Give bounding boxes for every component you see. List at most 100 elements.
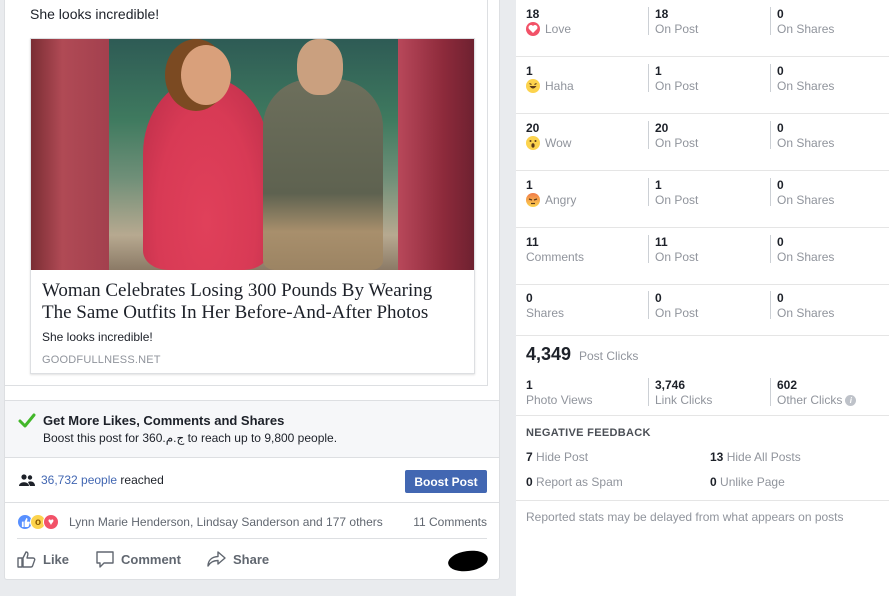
- stat-row-love: 18 Love 18 On Post 0 On Shares: [516, 0, 889, 57]
- wow-total: 20 Wow: [526, 121, 641, 150]
- shares-total: 0 Shares: [526, 291, 641, 320]
- post-message: She looks incredible!: [30, 6, 160, 22]
- comment-bubble-icon: [96, 551, 114, 568]
- promo-title: Get More Likes, Comments and Shares: [43, 413, 285, 428]
- link-title[interactable]: Woman Celebrates Losing 300 Pounds By We…: [42, 280, 463, 324]
- spam-count: 0: [526, 475, 533, 489]
- unlike-stat: 0 Unlike Page: [710, 475, 785, 489]
- reach-row: 36,732 people reached Boost Post: [5, 459, 499, 503]
- haha-icon: [526, 79, 540, 93]
- shares-on-shares: 0 On Shares: [770, 291, 885, 320]
- comment-button[interactable]: Comment: [95, 550, 181, 568]
- post-clicks-total: 4,349: [526, 344, 572, 364]
- love-count: 18: [526, 7, 540, 21]
- spam-label: Report as Spam: [536, 475, 623, 489]
- angry-on-post: 1 On Post: [648, 178, 763, 207]
- angry-label: Angry: [545, 193, 577, 207]
- link-domain: GOODFULLNESS.NET: [42, 354, 161, 366]
- post-clicks-label: Post Clicks: [579, 349, 639, 363]
- love-label: Love: [545, 22, 572, 36]
- other-clicks-label: Other Clicks: [777, 393, 843, 407]
- photo-woman-head: [181, 45, 231, 105]
- haha-on-shares: 0 On Shares: [770, 64, 885, 93]
- comments-on-shares: 0 On Shares: [770, 235, 885, 264]
- haha-on-shares-count: 0: [777, 64, 784, 78]
- on-shares-label: On Shares: [777, 136, 835, 150]
- stat-row-shares: 0 Shares 0 On Post 0 On Shares: [516, 284, 889, 336]
- on-post-label: On Post: [655, 250, 699, 264]
- on-shares-label: On Shares: [777, 306, 835, 320]
- stat-row-haha: 1 Haha 1 On Post 0 On Shares: [516, 57, 889, 114]
- angry-on-shares-count: 0: [777, 178, 784, 192]
- link-preview[interactable]: Woman Celebrates Losing 300 Pounds By We…: [30, 38, 475, 374]
- stat-row-wow: 20 Wow 20 On Post 0 On Shares: [516, 114, 889, 171]
- shares-on-post: 0 On Post: [648, 291, 763, 320]
- wow-on-shares: 0 On Shares: [770, 121, 885, 150]
- comments-on-shares-count: 0: [777, 235, 784, 249]
- on-post-label: On Post: [655, 136, 699, 150]
- comments-total: 11 Comments: [526, 235, 641, 264]
- post-card: She looks incredible! Woman Celebrates L…: [4, 0, 500, 580]
- angry-count: 1: [526, 178, 533, 192]
- comment-label: Comment: [121, 551, 181, 567]
- comments-on-post-count: 11: [655, 235, 668, 249]
- reactor-names[interactable]: Lynn Marie Henderson, Lindsay Sanderson …: [69, 515, 383, 529]
- angry-on-shares: 0 On Shares: [770, 178, 885, 207]
- on-shares-label: On Shares: [777, 22, 835, 36]
- link-clicks-count: 3,746: [655, 378, 686, 392]
- photo-views-count: 1: [526, 378, 533, 392]
- shares-stat-count: 0: [526, 291, 533, 305]
- wow-icon: [526, 136, 540, 150]
- hide-post-label: Hide Post: [536, 450, 589, 464]
- reaction-icons[interactable]: o ♥: [17, 514, 59, 530]
- on-post-label: On Post: [655, 193, 699, 207]
- image-blur-right: [398, 39, 474, 270]
- shares-stat-label: Shares: [526, 306, 565, 320]
- hide-post-count: 7: [526, 450, 533, 464]
- shares-on-post-count: 0: [655, 291, 662, 305]
- angry-on-post-count: 1: [655, 178, 662, 192]
- love-icon: [526, 22, 540, 36]
- haha-on-post-count: 1: [655, 64, 662, 78]
- on-shares-label: On Shares: [777, 250, 835, 264]
- post-actions: Like Comment Share: [5, 540, 499, 578]
- share-label: Share: [233, 551, 270, 567]
- stats-delay-note: Reported stats may be delayed from what …: [526, 510, 844, 524]
- like-button[interactable]: Like: [17, 550, 69, 568]
- on-post-label: On Post: [655, 22, 699, 36]
- shares-on-shares-count: 0: [777, 291, 784, 305]
- love-on-post: 18 On Post: [648, 7, 763, 36]
- people-icon: [19, 474, 35, 486]
- angry-total: 1 Angry: [526, 178, 641, 207]
- other-clicks: 602 Other Clicks i: [770, 378, 885, 407]
- comments-on-post: 11 On Post: [648, 235, 763, 264]
- comments-count[interactable]: 11 Comments: [413, 515, 487, 529]
- spam-stat: 0 Report as Spam: [526, 475, 623, 489]
- haha-label: Haha: [545, 79, 574, 93]
- share-button[interactable]: Share: [207, 550, 269, 568]
- link-clicks: 3,746 Link Clicks: [648, 378, 763, 407]
- checkmark-icon: [18, 413, 36, 428]
- image-blur-left: [31, 39, 109, 270]
- boost-post-button[interactable]: Boost Post: [405, 470, 487, 493]
- info-icon[interactable]: i: [845, 394, 857, 406]
- reach-suffix: reached: [117, 473, 164, 487]
- angry-icon: [526, 193, 540, 207]
- link-image[interactable]: [31, 39, 474, 270]
- haha-on-post: 1 On Post: [648, 64, 763, 93]
- post-clicks-section: 4,349 Post Clicks 1 Photo Views 3,746 Li…: [516, 336, 889, 416]
- photo-views: 1 Photo Views: [526, 378, 641, 407]
- link-clicks-label: Link Clicks: [655, 393, 713, 407]
- photo-man-head: [297, 39, 343, 95]
- redacted-avatar[interactable]: [446, 548, 490, 574]
- actions-divider: [17, 538, 487, 539]
- wow-on-post: 20 On Post: [648, 121, 763, 150]
- wow-count: 20: [526, 121, 540, 135]
- stat-row-angry: 1 Angry 1 On Post 0 On Shares: [516, 171, 889, 228]
- love-on-shares-count: 0: [777, 7, 784, 21]
- photo-man-figure: [263, 79, 383, 270]
- post-content: She looks incredible! Woman Celebrates L…: [5, 0, 488, 386]
- reach-count-link[interactable]: 36,732 people: [41, 473, 117, 487]
- unlike-count: 0: [710, 475, 717, 489]
- reactions-summary: o ♥ Lynn Marie Henderson, Lindsay Sander…: [5, 503, 499, 540]
